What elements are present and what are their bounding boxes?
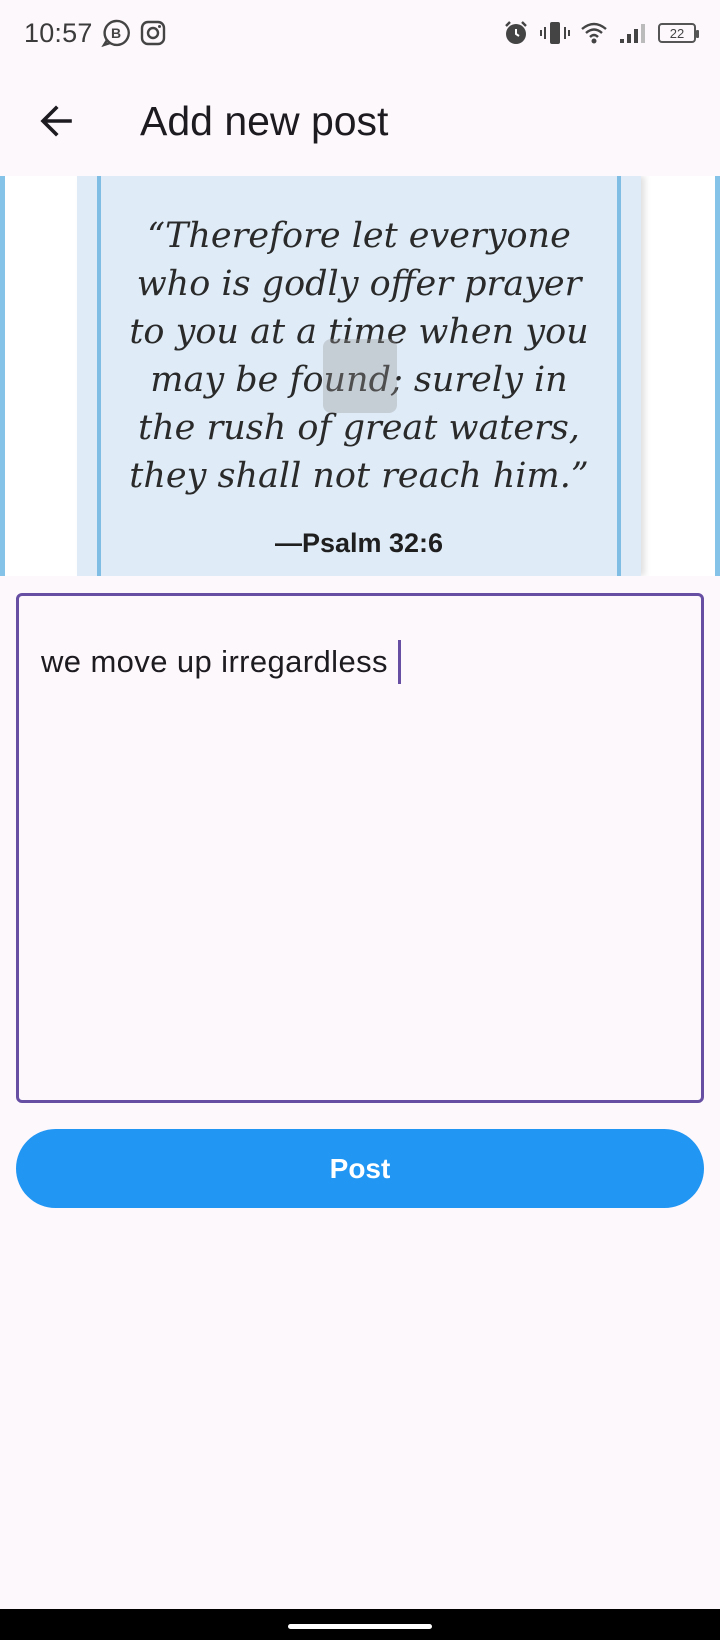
battery-icon: 22 xyxy=(658,23,699,43)
back-button[interactable] xyxy=(16,81,96,161)
post-button[interactable]: Post xyxy=(16,1129,704,1208)
app-bar: Add new post xyxy=(0,66,720,176)
navigation-bar xyxy=(0,1609,720,1640)
svg-text:B: B xyxy=(111,25,121,41)
post-button-label: Post xyxy=(329,1152,391,1184)
signal-icon xyxy=(618,21,648,45)
image-preview[interactable]: “Therefore let everyone who is godly off… xyxy=(0,176,720,576)
image-edge-left xyxy=(0,176,5,576)
post-text-field[interactable]: we move up irregardless xyxy=(16,593,704,1103)
vibrate-icon xyxy=(540,19,570,47)
post-text-value: we move up irregardless xyxy=(41,644,388,679)
text-cursor xyxy=(397,640,401,684)
b-badge-icon: B xyxy=(100,18,131,48)
image-overlay-handle[interactable] xyxy=(323,339,397,413)
status-bar-left: 10:57 B xyxy=(24,18,167,49)
alarm-icon xyxy=(502,19,530,47)
wifi-icon xyxy=(580,21,608,45)
card-border-right xyxy=(617,176,621,576)
instagram-icon xyxy=(139,19,167,47)
arrow-left-icon xyxy=(40,105,72,137)
status-bar-right: 22 xyxy=(502,19,699,47)
post-text-content[interactable]: we move up irregardless xyxy=(41,640,401,684)
status-bar: 10:57 B 22 xyxy=(0,0,720,66)
home-indicator[interactable] xyxy=(288,1624,432,1629)
page-title: Add new post xyxy=(140,97,389,144)
status-time: 10:57 xyxy=(24,17,93,48)
image-edge-right xyxy=(715,176,720,576)
quote-reference: —Psalm 32:6 xyxy=(274,528,444,558)
